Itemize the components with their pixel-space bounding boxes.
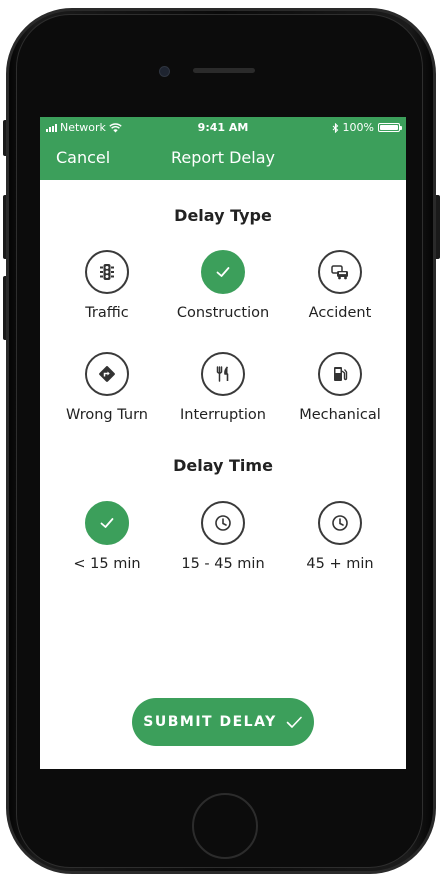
bluetooth-icon	[332, 122, 338, 133]
clock-icon	[332, 515, 348, 531]
wrong-turn-option-circle[interactable]	[85, 352, 129, 396]
app-screen: Network 9:41 AM 100% Cancel Report Delay…	[40, 117, 406, 769]
under-15-label: < 15 min	[73, 556, 141, 572]
over-45-label: 45 + min	[306, 556, 374, 572]
delay-time-under-15[interactable]: < 15 min	[46, 501, 168, 572]
delay-type-construction[interactable]: Construction	[162, 250, 284, 321]
battery-group: 100%	[332, 121, 402, 134]
under-15-option-circle[interactable]	[85, 501, 129, 545]
traffic-light-icon	[100, 264, 114, 280]
delay-time-over-45[interactable]: 45 + min	[279, 501, 401, 572]
battery-percent: 100%	[342, 121, 374, 134]
delay-time-heading: Delay Time	[173, 456, 273, 475]
status-bar: Network 9:41 AM 100%	[40, 117, 406, 137]
delay-type-accident[interactable]: Accident	[279, 250, 401, 321]
accident-label: Accident	[308, 305, 372, 321]
turn-sign-icon	[99, 366, 115, 382]
front-camera	[159, 66, 170, 77]
mechanical-option-circle[interactable]	[318, 352, 362, 396]
checkmark-icon	[100, 518, 114, 528]
interruption-option-circle[interactable]	[201, 352, 245, 396]
fork-knife-icon	[216, 366, 229, 382]
fuel-pump-icon	[334, 367, 348, 381]
delay-type-mechanical[interactable]: Mechanical	[279, 352, 401, 423]
submit-delay-button[interactable]: SUBMIT DELAY	[132, 698, 314, 746]
construction-option-circle[interactable]	[201, 250, 245, 294]
page-title: Report Delay	[170, 148, 275, 167]
delay-time-15-45[interactable]: 15 - 45 min	[162, 501, 284, 572]
battery-icon	[378, 123, 402, 132]
construction-label: Construction	[176, 305, 270, 321]
delay-type-heading: Delay Type	[174, 206, 272, 225]
checkmark-icon	[216, 267, 230, 277]
stage: Network 9:41 AM 100% Cancel Report Delay…	[0, 0, 443, 882]
traffic-label: Traffic	[85, 305, 129, 321]
header-bar: Network 9:41 AM 100% Cancel Report Delay	[40, 117, 406, 180]
clock-icon	[215, 515, 231, 531]
mechanical-label: Mechanical	[299, 407, 381, 423]
interruption-label: Interruption	[180, 407, 266, 423]
car-collision-icon	[331, 265, 348, 280]
submit-delay-label: SUBMIT DELAY	[143, 714, 277, 730]
delay-type-interruption[interactable]: Interruption	[162, 352, 284, 423]
15-45-label: 15 - 45 min	[181, 556, 265, 572]
checkmark-icon	[286, 716, 302, 728]
earpiece-speaker	[193, 68, 255, 73]
home-button[interactable]	[192, 793, 258, 859]
delay-type-wrong-turn[interactable]: Wrong Turn	[46, 352, 168, 423]
delay-type-traffic[interactable]: Traffic	[46, 250, 168, 321]
over-45-option-circle[interactable]	[318, 501, 362, 545]
wrong-turn-label: Wrong Turn	[66, 407, 148, 423]
15-45-option-circle[interactable]	[201, 501, 245, 545]
traffic-option-circle[interactable]	[85, 250, 129, 294]
accident-option-circle[interactable]	[318, 250, 362, 294]
